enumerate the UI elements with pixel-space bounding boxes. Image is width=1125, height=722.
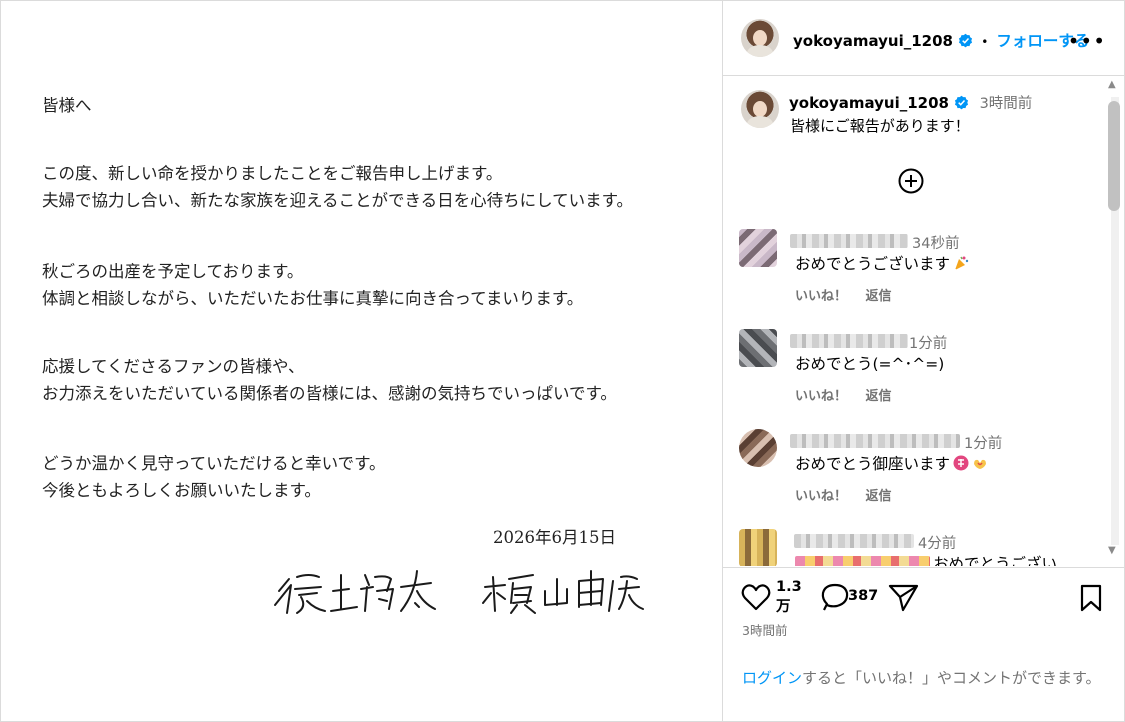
comment-reply-button[interactable]: 返信 <box>866 389 892 404</box>
comment-reply-button[interactable]: 返信 <box>866 489 892 504</box>
comment-like-button[interactable]: いいね！ <box>795 389 847 404</box>
comments-scroll-area[interactable]: yokoyamayui_1208 3時間前 皆様にご報告があります！ 34秒前 … <box>723 76 1124 566</box>
letter-paragraph-1: この度、新しい命を授かりましたことをご報告申し上げます。 夫婦で協力し合い、新た… <box>42 160 633 214</box>
commenter-avatar[interactable] <box>739 329 777 367</box>
letter-date: 2026年6月15日 <box>493 528 616 547</box>
comment-time: 4分前 <box>918 536 957 552</box>
letter-line: 夫婦で協力し合い、新たな家族を迎えることができる日を心待ちにしています。 <box>42 191 634 210</box>
post-modal: 皆様へ この度、新しい命を授かりましたことをご報告申し上げます。 夫婦で協力し合… <box>0 0 1125 722</box>
load-more-comments-icon[interactable] <box>898 168 924 194</box>
verified-badge-icon <box>954 95 968 110</box>
heart-hands-icon <box>974 459 987 469</box>
scrollbar-thumb[interactable] <box>1108 101 1120 211</box>
letter-paragraph-2: 秋ごろの出産を予定しております。 体調と相談しながら、いただいたお仕事に真摯に向… <box>42 258 583 312</box>
letter-line: 皆様へ <box>42 96 92 115</box>
profile-avatar[interactable] <box>741 19 779 57</box>
comment-bubble-icon[interactable] <box>821 583 849 611</box>
comment-like-button[interactable]: いいね！ <box>795 289 847 304</box>
letter-paragraph-3: 応援してくださるファンの皆様や、 お力添えをいただいている関係者の皆様には、感謝… <box>42 353 617 407</box>
comment-item: 1分前 おめでとう御座います いいね！ 返信 <box>723 429 1103 525</box>
commenter-avatar[interactable] <box>739 429 777 467</box>
comment-time: 1分前 <box>964 436 1003 452</box>
letter-line: 今後ともよろしくお願いいたします。 <box>42 481 321 500</box>
comment-text: おめでとう御座います <box>795 452 988 474</box>
comment-actions: いいね！ 返信 <box>795 285 906 304</box>
save-bookmark-icon[interactable] <box>1080 584 1102 612</box>
caption-text: 皆様にご報告があります！ <box>790 117 970 135</box>
post-actions-section: 1.3 万 387 3時間前 ログインすると「いいね！」やコメントができます。 <box>723 567 1124 722</box>
more-options-icon[interactable]: ••• <box>1068 29 1106 53</box>
party-popper-icon <box>955 256 969 270</box>
header-username[interactable]: yokoyamayui_1208 <box>793 32 953 50</box>
commenter-avatar[interactable] <box>739 229 777 267</box>
comments-scrollbar[interactable]: ▲ ▼ <box>1107 79 1121 559</box>
comment-item: 34秒前 おめでとうございます いいね！ 返信 <box>723 229 1103 325</box>
comment-text: おめでとう(=^･^=) <box>795 355 945 373</box>
letter-line: 応援してくださるファンの皆様や、 <box>42 357 305 376</box>
comment-time: 1分前 <box>909 336 948 352</box>
comment-text: おめでとうございます <box>795 252 969 274</box>
like-count[interactable]: 1.3 万 <box>776 577 802 617</box>
comment-count[interactable]: 387 <box>848 588 878 604</box>
caption-avatar[interactable] <box>741 90 779 128</box>
blurred-username[interactable] <box>790 234 908 248</box>
comment-time: 34秒前 <box>912 236 960 252</box>
letter-line: この度、新しい命を授かりましたことをご報告申し上げます。 <box>42 164 503 183</box>
post-side-panel: yokoyamayui_1208 • フォローする ••• yokoyamayu… <box>723 1 1124 721</box>
verified-badge-icon <box>959 33 973 48</box>
comment-reply-button[interactable]: 返信 <box>866 289 892 304</box>
commenter-avatar[interactable] <box>739 529 777 566</box>
post-timestamp: 3時間前 <box>742 623 788 638</box>
comment-item: 1分前 おめでとう(=^･^=) いいね！ 返信 <box>723 329 1103 425</box>
letter-line: 秋ごろの出産を予定しております。 <box>42 262 304 281</box>
login-prompt: ログインすると「いいね！」やコメントができます。 <box>742 669 1101 687</box>
share-send-icon[interactable] <box>888 584 919 612</box>
comment-like-button[interactable]: いいね！ <box>795 489 847 504</box>
comment-actions: いいね！ 返信 <box>795 385 906 404</box>
blurred-username[interactable] <box>794 534 914 548</box>
comment-item: 4分前 おめでとうござい <box>723 529 1103 566</box>
blurred-username[interactable] <box>790 334 908 348</box>
comment-text: おめでとうござい <box>933 555 1058 566</box>
letter-paragraph-4: どうか温かく見守っていただけると幸いです。 今後ともよろしくお願いいたします。 <box>42 450 386 504</box>
caption-time: 3時間前 <box>979 96 1033 112</box>
like-heart-icon[interactable] <box>741 584 771 611</box>
letter-line: お力添えをいただいている関係者の皆様には、感謝の気持ちでいっぱいです。 <box>42 384 617 403</box>
blurred-emojis <box>795 556 930 566</box>
blurred-username[interactable] <box>790 434 960 448</box>
separator-dot: • <box>981 35 989 49</box>
letter-image: 皆様へ この度、新しい命を授かりましたことをご報告申し上げます。 夫婦で協力し合… <box>1 1 723 721</box>
post-header: yokoyamayui_1208 • フォローする ••• <box>723 1 1124 76</box>
login-link[interactable]: ログイン <box>742 669 802 687</box>
comment-actions: いいね！ 返信 <box>795 485 906 504</box>
caption-username[interactable]: yokoyamayui_1208 <box>789 94 949 112</box>
letter-greeting: 皆様へ <box>42 92 92 119</box>
handwritten-signature <box>274 570 644 614</box>
congratulations-and-heart-hands-icon <box>953 455 969 471</box>
letter-line: 体調と相談しながら、いただいたお仕事に真摯に向き合ってまいります。 <box>42 289 584 308</box>
letter-line: どうか温かく見守っていただけると幸いです。 <box>42 454 386 473</box>
